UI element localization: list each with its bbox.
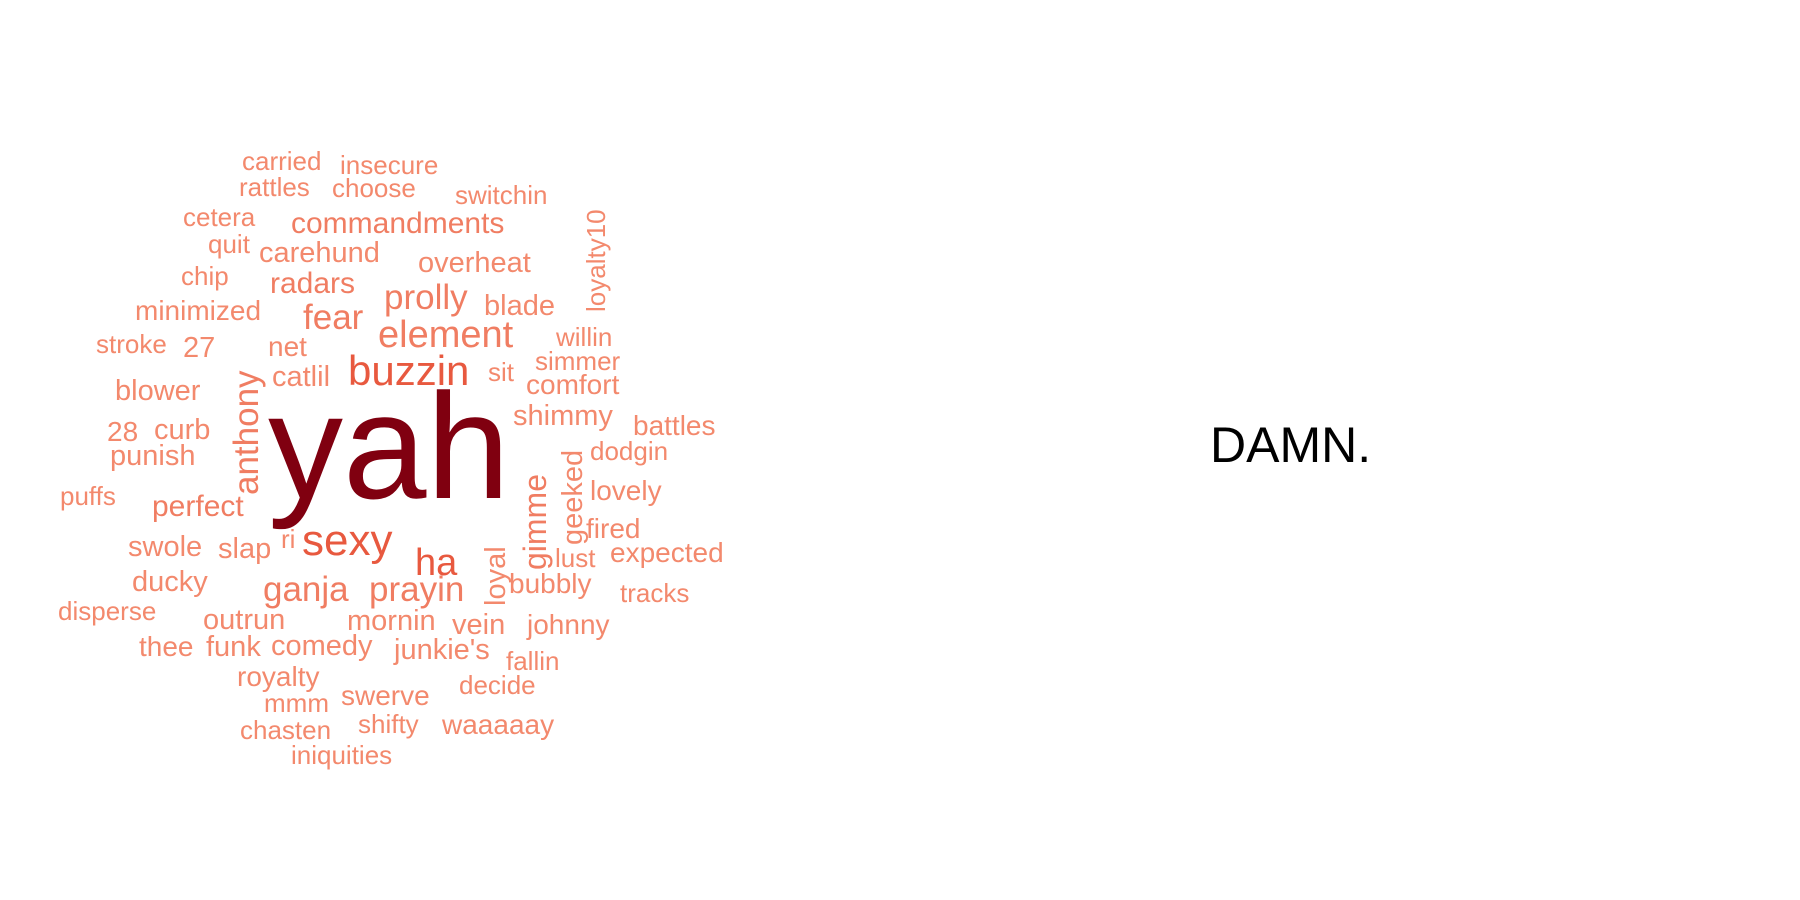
cloud-word: loyal [480, 546, 512, 606]
cloud-word: minimized [135, 295, 261, 326]
cloud-word: sit [488, 357, 515, 387]
cloud-word: johnny [526, 609, 610, 640]
cloud-word: catlil [272, 361, 330, 393]
cloud-word: shimmy [513, 400, 613, 432]
cloud-word: iniquities [291, 740, 392, 770]
cloud-word: puffs [60, 481, 116, 511]
cloud-word: swerve [341, 680, 430, 711]
cloud-word: rattles [239, 172, 310, 202]
cloud-word: anthony [227, 370, 266, 495]
cloud-word: waaaaay [441, 709, 554, 740]
cloud-word: decide [459, 670, 536, 700]
cloud-word: ducky [132, 566, 208, 598]
album-title: DAMN. [1210, 417, 1372, 473]
cloud-word: swole [128, 531, 202, 563]
cloud-word: choose [332, 173, 416, 203]
cloud-word: mmm [264, 688, 329, 718]
cloud-word: radars [270, 267, 355, 300]
word-cloud: yahsexy habuzzinelementanthonygimmefearpr… [58, 146, 724, 770]
cloud-word: dodgin [590, 436, 668, 466]
cloud-word: commandments [291, 207, 504, 240]
cloud-word: slap [218, 533, 271, 565]
cloud-word: perfect [152, 490, 244, 523]
cloud-word: cetera [183, 202, 256, 232]
cloud-word: prolly [384, 278, 468, 317]
cloud-word: geeked [557, 450, 589, 545]
cloud-word: comfort [526, 369, 620, 400]
cloud-word: funk [206, 631, 261, 663]
cloud-word: ri [281, 524, 295, 554]
cloud-word: overheat [418, 247, 531, 279]
cloud-word: junkie's [393, 634, 490, 666]
cloud-word: carehund [259, 237, 380, 269]
cloud-word: blower [115, 375, 201, 407]
cloud-word: 27 [183, 332, 215, 364]
cloud-word: gimme [517, 474, 553, 570]
cloud-word: fear [303, 298, 364, 337]
cloud-word: blade [484, 290, 555, 322]
cloud-word: disperse [58, 596, 156, 626]
cloud-word: chip [181, 261, 229, 291]
cloud-word: quit [208, 229, 251, 259]
cloud-word: punish [110, 440, 195, 472]
cloud-word: shifty [358, 709, 419, 739]
cloud-word: loyalty10 [581, 209, 611, 312]
cloud-word: bubbly [509, 568, 592, 599]
cloud-word: switchin [455, 180, 547, 210]
cloud-word: stroke [96, 329, 167, 359]
cloud-word: tracks [620, 578, 689, 608]
cloud-word: prayin [369, 570, 464, 609]
cloud-word: net [268, 331, 307, 362]
cloud-word: sexy [302, 516, 392, 565]
cloud-word: expected [610, 537, 724, 568]
cloud-word: lovely [590, 475, 662, 506]
cloud-word: thee [139, 631, 194, 662]
cloud-word: comedy [271, 630, 373, 662]
